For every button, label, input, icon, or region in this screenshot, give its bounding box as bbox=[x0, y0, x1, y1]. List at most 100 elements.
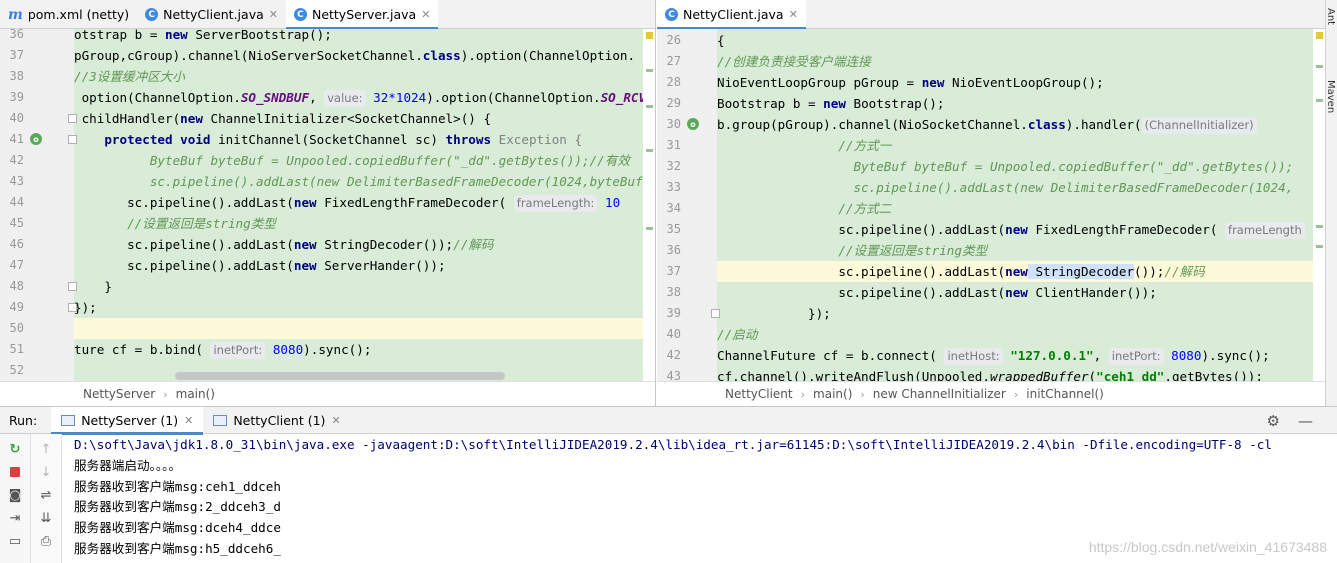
stop-icon[interactable] bbox=[6, 463, 24, 481]
error-stripe[interactable] bbox=[1313, 29, 1325, 381]
code-line: 26{ bbox=[666, 33, 725, 48]
tab-pom-xml[interactable]: m pom.xml (netty) bbox=[0, 0, 137, 29]
change-marker[interactable] bbox=[646, 227, 653, 230]
soft-wrap-icon[interactable]: ⇌ bbox=[37, 486, 55, 504]
code-line: 42 ChannelFuture cf = b.connect( inetHost… bbox=[666, 348, 1270, 365]
code-line: 47 sc.pipeline().addLast(new ServerHande… bbox=[9, 258, 446, 273]
run-tab-nettyserver[interactable]: NettyServer (1) ✕ bbox=[51, 406, 204, 435]
console-line: 服务器收到客户端msg:ceh1_ddceh bbox=[74, 478, 281, 494]
scroll-end-icon[interactable]: ⇊ bbox=[37, 509, 55, 527]
java-class-icon: C bbox=[145, 8, 159, 21]
close-icon[interactable]: ✕ bbox=[789, 8, 798, 21]
chevron-right-icon: › bbox=[800, 387, 806, 401]
java-class-icon: C bbox=[665, 8, 678, 21]
console-toolbar: ↑ ↓ ⇌ ⇊ ⎙ bbox=[31, 434, 62, 563]
restore-layout-icon[interactable]: ▭ bbox=[6, 532, 24, 550]
code-line: 31 //方式一 bbox=[666, 138, 892, 153]
code-line: 39 option(ChannelOption.SO_SNDBUF, value… bbox=[9, 90, 655, 107]
breadcrumb: NettyClient › main() › new ChannelInitia… bbox=[657, 381, 1325, 406]
change-marker[interactable] bbox=[646, 105, 653, 108]
close-icon[interactable]: ✕ bbox=[421, 8, 430, 21]
right-tab-bar: C NettyClient.java ✕ bbox=[657, 0, 1325, 30]
run-toolbar: ↻ ◙ ⇥ ▭ bbox=[0, 434, 31, 563]
current-code-line: 37 sc.pipeline().addLast(new StringDecod… bbox=[657, 261, 1325, 282]
parameter-hint: value: bbox=[324, 90, 366, 107]
rerun-icon[interactable]: ↻ bbox=[6, 440, 24, 458]
arrow-up-icon[interactable]: ↑ bbox=[37, 440, 55, 458]
tab-nettyserver[interactable]: C NettyServer.java ✕ bbox=[285, 0, 439, 30]
camera-icon[interactable]: ◙ bbox=[6, 486, 24, 504]
override-marker-icon[interactable]: o bbox=[687, 118, 699, 130]
current-code-line: 50 bbox=[0, 318, 655, 339]
code-line: 30 o b.group(pGroup).channel(NioSocketChan… bbox=[657, 114, 1325, 135]
breadcrumb-item[interactable]: initChannel() bbox=[1026, 387, 1104, 401]
code-line: 43 cf.channel().writeAndFlush(Unpooled.wr… bbox=[666, 369, 1263, 381]
left-code-editor[interactable]: 36 otstrap b = new ServerBootstrap(); 37 p… bbox=[0, 29, 655, 381]
code-line: 48 } bbox=[9, 279, 112, 294]
tab-nettyclient-left[interactable]: C NettyClient.java ✕ bbox=[137, 0, 286, 29]
breadcrumb-item[interactable]: main() bbox=[176, 387, 215, 401]
code-line: 44 sc.pipeline().addLast(new FixedLength… bbox=[9, 195, 621, 212]
ant-tool-button[interactable]: Ant bbox=[1325, 8, 1336, 25]
close-icon[interactable]: ✕ bbox=[184, 414, 193, 427]
code-line: 40 childHandler(new ChannelInitializer<S… bbox=[9, 111, 492, 126]
right-code-editor[interactable]: 26{ 27//创建负责接受客户端连接 28 NioEventLoopGroup … bbox=[657, 29, 1325, 381]
close-icon[interactable]: ✕ bbox=[269, 8, 278, 21]
code-line: 33 sc.pipeline().addLast(new DelimiterBa… bbox=[666, 180, 1294, 195]
code-line: 41 o protected void initChannel(SocketCha… bbox=[9, 132, 583, 147]
change-marker[interactable] bbox=[646, 149, 653, 152]
warning-marker[interactable] bbox=[1316, 32, 1323, 39]
code-line: 34 //方式二 bbox=[666, 201, 892, 216]
override-marker-icon[interactable]: o bbox=[30, 133, 42, 145]
parameter-hint: inetPort: bbox=[210, 342, 266, 359]
code-line: 32 ByteBuf byteBuf = Unpooled.copiedBuff… bbox=[666, 159, 1294, 174]
left-editor-pane: m pom.xml (netty) C NettyClient.java ✕ C… bbox=[0, 0, 656, 406]
change-marker[interactable] bbox=[1316, 245, 1323, 248]
print-icon[interactable]: ⎙ bbox=[37, 532, 55, 550]
java-class-icon: C bbox=[293, 8, 307, 21]
breadcrumb-item[interactable]: NettyClient bbox=[725, 387, 793, 401]
breadcrumb-item[interactable]: main() bbox=[813, 387, 852, 401]
code-line: 28 NioEventLoopGroup pGroup = new NioEven… bbox=[666, 75, 1104, 90]
chevron-right-icon: › bbox=[860, 387, 865, 401]
code-line: 40//启动 bbox=[666, 327, 758, 342]
error-stripe[interactable] bbox=[643, 29, 655, 381]
right-tool-sidebar: Ant Maven bbox=[1325, 0, 1337, 406]
horizontal-scrollbar[interactable] bbox=[175, 372, 505, 380]
chevron-right-icon: › bbox=[1013, 387, 1019, 401]
change-marker[interactable] bbox=[1316, 99, 1323, 102]
exit-icon[interactable]: ⇥ bbox=[6, 509, 24, 527]
change-marker[interactable] bbox=[646, 69, 653, 72]
breadcrumb-item[interactable]: new ChannelInitializer bbox=[873, 387, 1006, 401]
code-line: 46 sc.pipeline().addLast(new StringDecod… bbox=[9, 237, 494, 252]
chevron-right-icon: › bbox=[163, 387, 168, 401]
maven-tool-button[interactable]: Maven bbox=[1325, 80, 1336, 113]
parameter-hint: frameLength bbox=[1225, 222, 1305, 239]
code-line: 38 sc.pipeline().addLast(new ClientHande… bbox=[666, 285, 1157, 300]
tab-nettyclient-right[interactable]: C NettyClient.java ✕ bbox=[657, 0, 806, 30]
breadcrumb-item[interactable]: NettyServer bbox=[83, 387, 155, 401]
parameter-hint: inetPort: bbox=[1108, 348, 1164, 365]
warning-marker[interactable] bbox=[646, 32, 653, 39]
code-line: 51 ture cf = b.bind( inetPort: 8080).sync… bbox=[9, 342, 372, 359]
code-line: 38//3设置缓冲区大小 bbox=[9, 69, 185, 84]
watermark: https://blog.csdn.net/weixin_41673488 bbox=[1088, 539, 1327, 555]
run-tab-nettyclient[interactable]: NettyClient (1) ✕ bbox=[203, 407, 350, 434]
code-line: 42 ByteBuf byteBuf = Unpooled.copiedBuff… bbox=[9, 153, 630, 168]
change-marker[interactable] bbox=[1316, 225, 1323, 228]
run-header: Run: NettyServer (1) ✕ NettyClient (1) ✕… bbox=[0, 406, 1337, 435]
change-marker[interactable] bbox=[1316, 65, 1323, 68]
code-line: 36 //设置返回是string类型 bbox=[666, 243, 988, 258]
minimize-icon[interactable]: — bbox=[1298, 412, 1313, 430]
right-editor-pane: C NettyClient.java ✕ 26{ 27//创建负责接受客户端连接… bbox=[657, 0, 1325, 406]
code-line: 36 otstrap b = new ServerBootstrap(); bbox=[9, 29, 332, 42]
console-line: 服务器收到客户端msg:dceh4_ddce bbox=[74, 520, 281, 536]
arrow-down-icon[interactable]: ↓ bbox=[37, 463, 55, 481]
run-header-tools: ⚙ — bbox=[1267, 407, 1313, 434]
code-line: 39 }); bbox=[666, 306, 831, 321]
gear-icon[interactable]: ⚙ bbox=[1267, 412, 1280, 430]
code-line: 49}); bbox=[9, 300, 97, 315]
close-icon[interactable]: ✕ bbox=[331, 414, 340, 427]
run-label: Run: bbox=[9, 412, 38, 428]
parameter-hint: frameLength: bbox=[513, 195, 598, 212]
